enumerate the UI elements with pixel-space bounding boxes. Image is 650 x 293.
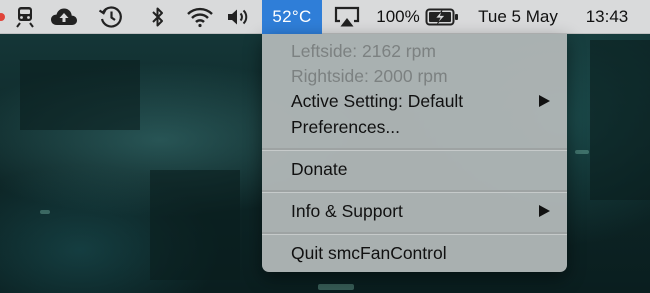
menubar-date[interactable]: Tue 5 May <box>476 0 560 34</box>
bluetooth-icon[interactable] <box>146 0 170 34</box>
wallpaper-shape <box>590 40 650 200</box>
wallpaper-shape <box>20 60 140 130</box>
menu-item-label: Preferences... <box>291 116 400 137</box>
submenu-arrow-icon <box>539 205 550 217</box>
menu-item-label: Rightside: 2000 rpm <box>291 65 448 86</box>
menu-item-info-support[interactable]: Info & Support <box>262 198 567 224</box>
wifi-icon[interactable] <box>184 0 216 34</box>
menu-item-quit[interactable]: Quit smcFanControl <box>262 240 567 266</box>
menu-item-donate[interactable]: Donate <box>262 156 567 182</box>
menubar-time[interactable]: 13:43 <box>578 0 636 34</box>
airplay-icon[interactable] <box>332 0 362 34</box>
temperature-indicator[interactable]: 52°C <box>262 0 322 34</box>
menu-item-preferences[interactable]: Preferences... <box>262 114 567 140</box>
wallpaper-light <box>318 284 354 290</box>
battery-percent: 100% <box>376 7 420 26</box>
train-icon[interactable] <box>10 0 40 34</box>
menu-bar: 52°C 100% Tue 5 May 13:43 <box>0 0 650 34</box>
temperature-value: 52°C <box>272 7 312 26</box>
battery-charging-icon[interactable] <box>423 0 461 34</box>
menu-item-leftside-fan: Leftside: 2162 rpm <box>262 38 567 64</box>
menu-item-label: Donate <box>291 158 348 179</box>
wallpaper-shape <box>150 170 240 280</box>
menu-separator <box>262 148 567 151</box>
menu-separator <box>262 232 567 235</box>
wallpaper-light <box>575 150 589 154</box>
menu-item-rightside-fan: Rightside: 2000 rpm <box>262 63 567 89</box>
menu-separator <box>262 190 567 193</box>
menu-item-label: Info & Support <box>291 200 403 221</box>
time-machine-icon[interactable] <box>95 0 127 34</box>
volume-icon[interactable] <box>225 0 253 34</box>
menu-item-active-setting[interactable]: Active Setting: Default <box>262 88 567 114</box>
menu-item-label: Active Setting: Default <box>291 90 464 111</box>
wallpaper-light <box>40 210 50 214</box>
menu-item-label: Quit smcFanControl <box>291 242 447 263</box>
smcfancontrol-menu: Leftside: 2162 rpm Rightside: 2000 rpm A… <box>262 34 567 272</box>
cloud-upload-icon[interactable] <box>48 0 80 34</box>
red-status-dot <box>0 13 5 21</box>
menu-item-label: Leftside: 2162 rpm <box>291 40 436 61</box>
submenu-arrow-icon <box>539 95 550 107</box>
